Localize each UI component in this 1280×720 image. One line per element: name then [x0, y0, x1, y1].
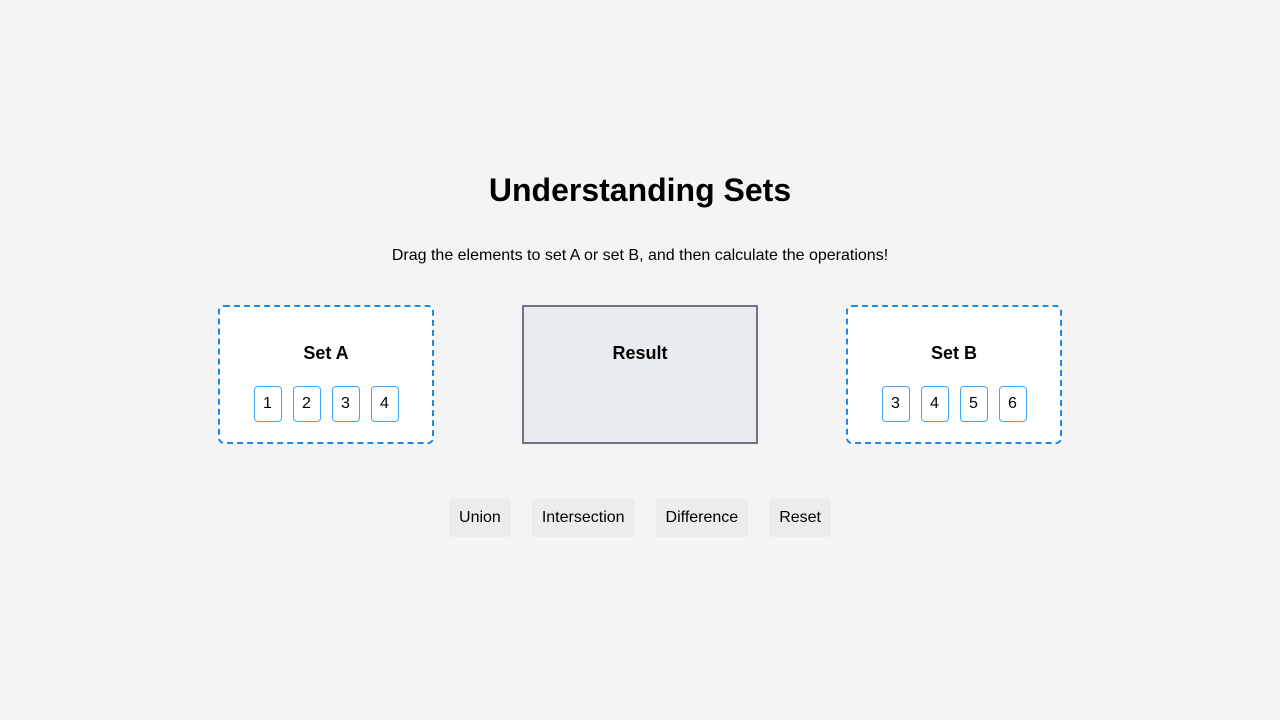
set-b-element-chip[interactable]: 5: [959, 386, 988, 422]
set-a-dropzone[interactable]: Set A 1 2 3 4: [218, 305, 434, 444]
set-b-element-chip[interactable]: 3: [881, 386, 910, 422]
set-b-element-chip[interactable]: 4: [920, 386, 949, 422]
set-b-element-chip[interactable]: 6: [998, 386, 1027, 422]
set-b-elements: 3 4 5 6: [848, 386, 1060, 422]
operation-buttons: Union Intersection Difference Reset: [0, 499, 1280, 537]
result-title: Result: [612, 343, 668, 363]
reset-button[interactable]: Reset: [769, 499, 831, 537]
page-title: Understanding Sets: [488, 172, 792, 208]
instructions-text: Drag the elements to set A or set B, and…: [391, 247, 889, 264]
intersection-button[interactable]: Intersection: [531, 499, 635, 537]
set-a-elements: 1 2 3 4: [220, 386, 432, 422]
union-button[interactable]: Union: [449, 499, 511, 537]
result-panel: Result: [522, 305, 758, 444]
set-a-title: Set A: [303, 343, 349, 363]
app-page: Understanding Sets Drag the elements to …: [0, 0, 1280, 720]
set-b-title: Set B: [930, 343, 977, 363]
set-a-element-chip[interactable]: 2: [292, 386, 321, 422]
set-b-dropzone[interactable]: Set B 3 4 5 6: [846, 305, 1062, 444]
difference-button[interactable]: Difference: [655, 499, 749, 537]
set-a-element-chip[interactable]: 1: [253, 386, 282, 422]
set-a-element-chip[interactable]: 3: [331, 386, 360, 422]
set-a-element-chip[interactable]: 4: [370, 386, 399, 422]
